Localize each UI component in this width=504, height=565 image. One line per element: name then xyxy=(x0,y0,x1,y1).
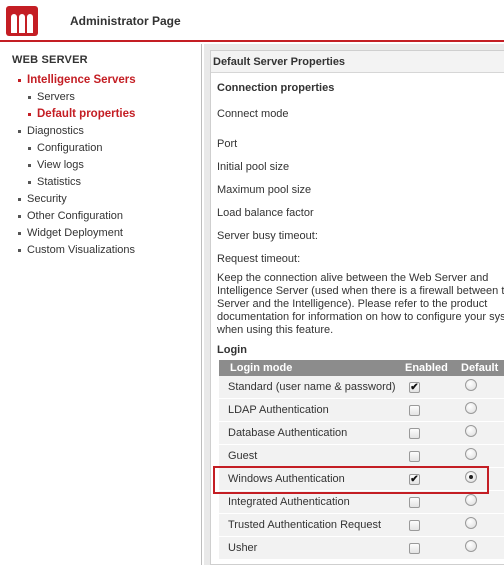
sidebar-item-diagnostics[interactable]: Diagnostics xyxy=(18,123,136,140)
login-mode-label: Guest xyxy=(228,450,258,462)
sidebar-item-custom-visualizations[interactable]: Custom Visualizations xyxy=(18,242,136,259)
windows-authentication-highlight xyxy=(213,466,489,494)
max-pool-size-label: Maximum pool size xyxy=(217,184,312,196)
enabled-checkbox[interactable] xyxy=(409,451,420,462)
keep-alive-line: documentation for information on how to … xyxy=(217,311,504,323)
sidebar-item-intelligence-servers[interactable]: Intelligence Servers xyxy=(18,72,136,89)
login-mode-label: Database Authentication xyxy=(228,427,348,439)
keep-alive-line: Intelligence Server (used when there is … xyxy=(217,285,504,297)
sidebar-item-default-properties[interactable]: Default properties xyxy=(28,106,136,123)
enabled-checkbox[interactable]: ✔ xyxy=(409,382,420,393)
app-logo-icon[interactable] xyxy=(6,6,38,36)
sidebar-item-view-logs[interactable]: View logs xyxy=(28,157,136,174)
sidebar: WEB SERVER Intelligence Servers Servers De… xyxy=(0,44,202,565)
login-mode-row: Database Authentication xyxy=(219,422,504,445)
enabled-checkbox[interactable] xyxy=(409,520,420,531)
sidebar-nav: Intelligence Servers Servers Default prope… xyxy=(18,72,136,259)
default-radio[interactable] xyxy=(465,494,477,506)
login-mode-column-header: Login mode xyxy=(230,362,293,374)
keep-alive-line: Server and the Intelligence). Please ref… xyxy=(217,298,488,310)
initial-pool-size-label: Initial pool size xyxy=(217,161,290,173)
sidebar-item-statistics[interactable]: Statistics xyxy=(28,174,136,191)
sidebar-item-other-configuration[interactable]: Other Configuration xyxy=(18,208,136,225)
login-mode-table: Login mode Enabled Default Standard (use… xyxy=(219,360,504,560)
sidebar-item-security[interactable]: Security xyxy=(18,191,136,208)
connect-mode-label: Connect mode xyxy=(217,108,289,120)
keep-alive-line: when using this feature. xyxy=(217,324,334,336)
default-column-header: Default xyxy=(461,362,499,374)
page-title: Administrator Page xyxy=(70,14,181,28)
request-timeout-label: Request timeout: xyxy=(217,253,301,265)
enabled-checkbox[interactable] xyxy=(409,428,420,439)
login-table-header: Login mode Enabled Default xyxy=(219,360,504,376)
login-mode-label: Usher xyxy=(228,542,258,554)
default-radio[interactable] xyxy=(465,425,477,437)
default-radio[interactable] xyxy=(465,448,477,460)
login-heading: Login xyxy=(217,344,247,356)
login-mode-label: Integrated Authentication xyxy=(228,496,350,508)
sidebar-item-configuration[interactable]: Configuration xyxy=(28,140,136,157)
connection-heading: Connection properties xyxy=(217,82,335,94)
login-mode-label: LDAP Authentication xyxy=(228,404,329,416)
default-radio[interactable] xyxy=(465,402,477,414)
keep-alive-line: Keep the connection alive between the We… xyxy=(217,272,489,284)
login-mode-row: Usher xyxy=(219,537,504,560)
app-header: Administrator Page xyxy=(0,0,504,42)
login-mode-row: Trusted Authentication Request xyxy=(219,514,504,537)
sidebar-item-widget-deployment[interactable]: Widget Deployment xyxy=(18,225,136,242)
port-label: Port xyxy=(217,138,238,150)
keep-alive-description: Keep the connection alive between the We… xyxy=(217,272,504,337)
login-mode-label: Standard (user name & password) xyxy=(228,381,396,393)
server-busy-timeout-label: Server busy timeout: xyxy=(217,230,318,242)
login-mode-row: Standard (user name & password) ✔ xyxy=(219,376,504,399)
enabled-checkbox[interactable] xyxy=(409,497,420,508)
enabled-checkbox[interactable] xyxy=(409,543,420,554)
default-radio[interactable] xyxy=(465,379,477,391)
sidebar-heading: WEB SERVER xyxy=(12,54,88,66)
panel-title: Default Server Properties xyxy=(211,51,504,73)
enabled-checkbox[interactable] xyxy=(409,405,420,416)
default-radio[interactable] xyxy=(465,540,477,552)
login-mode-row: LDAP Authentication xyxy=(219,399,504,422)
login-mode-row: Integrated Authentication xyxy=(219,491,504,514)
load-balance-label: Load balance factor xyxy=(217,207,314,219)
enabled-column-header: Enabled xyxy=(405,362,448,374)
default-radio[interactable] xyxy=(465,517,477,529)
sidebar-item-servers[interactable]: Servers xyxy=(28,89,136,106)
login-mode-label: Trusted Authentication Request xyxy=(228,519,382,531)
login-mode-row: Guest xyxy=(219,445,504,468)
